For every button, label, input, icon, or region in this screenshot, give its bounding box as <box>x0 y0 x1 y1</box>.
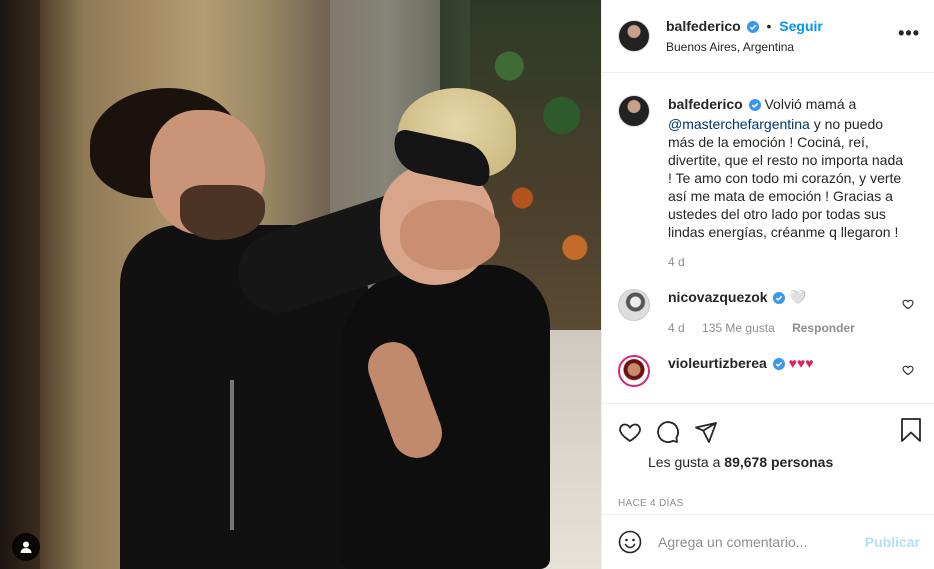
heart-icon[interactable] <box>902 297 914 313</box>
share-icon[interactable] <box>694 420 718 444</box>
avatar[interactable] <box>618 20 650 52</box>
comment-text: ♥♥♥ <box>788 355 814 371</box>
heart-icon[interactable] <box>618 420 642 444</box>
avatar[interactable] <box>618 95 650 127</box>
verified-icon <box>748 97 761 115</box>
post-location[interactable]: Buenos Aires, Argentina <box>666 40 823 54</box>
comment-likes[interactable]: 135 Me gusta <box>702 321 775 335</box>
comment-username[interactable]: nicovazquezok <box>668 289 768 305</box>
caption-age[interactable]: 4 d <box>668 255 918 269</box>
comments-list[interactable]: balfederico Volvió mamá a @masterchefarg… <box>602 73 934 403</box>
post-timestamp: HACE 4 DÍAS <box>618 498 684 509</box>
post-modal: balfederico • Seguir Buenos Aires, Argen… <box>0 0 934 569</box>
avatar[interactable] <box>618 355 650 387</box>
likes-suffix: personas <box>771 454 834 470</box>
caption-text-after: y no puedo más de la emoción ! Cociná, r… <box>668 116 904 240</box>
post-sidebar: balfederico • Seguir Buenos Aires, Argen… <box>601 0 934 569</box>
publish-button[interactable]: Publicar <box>865 534 920 550</box>
caption-mention-link[interactable]: @masterchefargentina <box>668 116 810 132</box>
comment-age[interactable]: 4 d <box>668 321 685 335</box>
comment-item: nicovazquezok 🤍 4 d 135 Me gusta Respond… <box>618 289 918 335</box>
comment-item: violeurtizberea ♥♥♥ <box>618 355 918 387</box>
verified-icon <box>746 20 759 36</box>
post-header: balfederico • Seguir Buenos Aires, Argen… <box>602 0 934 73</box>
comment-username[interactable]: violeurtizberea <box>668 355 767 371</box>
comment-text: 🤍 <box>789 289 807 305</box>
post-photo[interactable] <box>0 0 601 569</box>
post-actions: Les gusta a 89,678 personas HACE 4 DÍAS <box>602 403 934 514</box>
avatar[interactable] <box>618 289 650 321</box>
caption-username[interactable]: balfederico <box>668 96 743 112</box>
user-tag-icon[interactable] <box>12 533 40 561</box>
verified-icon <box>772 357 785 373</box>
comment-icon[interactable] <box>656 420 680 444</box>
caption-text-before: Volvió mamá a <box>764 96 857 112</box>
likes-prefix: Les gusta a <box>648 454 721 470</box>
separator-dot: • <box>766 18 772 34</box>
header-username[interactable]: balfederico <box>666 18 741 34</box>
follow-button[interactable]: Seguir <box>779 18 823 34</box>
comment-input[interactable] <box>658 534 858 550</box>
likes-count[interactable]: 89,678 <box>724 454 767 470</box>
caption: balfederico Volvió mamá a @masterchefarg… <box>618 95 918 241</box>
heart-icon[interactable] <box>902 363 914 379</box>
reply-button[interactable]: Responder <box>792 321 855 335</box>
smile-icon[interactable] <box>618 530 642 554</box>
likes-summary[interactable]: Les gusta a 89,678 personas <box>648 454 918 470</box>
verified-icon <box>773 291 786 307</box>
bookmark-icon[interactable] <box>900 418 922 445</box>
comment-composer: Publicar <box>602 514 934 569</box>
more-icon[interactable]: ••• <box>898 24 920 42</box>
